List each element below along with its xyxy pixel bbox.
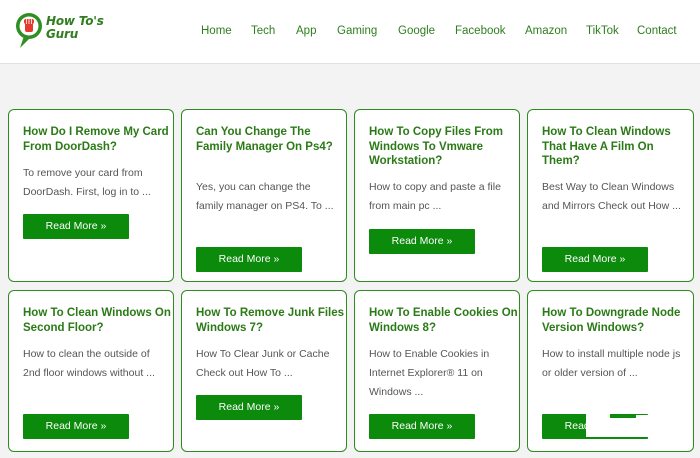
read-more-button[interactable]: Read More » (196, 247, 302, 272)
nav-tech[interactable]: Tech (251, 25, 275, 37)
post-card: How To Clean Windows On Second Floor? Ho… (8, 290, 174, 452)
post-excerpt: How to Enable Cookies in Internet Explor… (369, 348, 490, 398)
read-more-button[interactable]: Read More » (196, 395, 302, 420)
post-title[interactable]: Can You Change The Family Manager On Ps4… (196, 125, 346, 154)
post-excerpt: How to install multiple node js or older… (542, 348, 681, 379)
nav-app[interactable]: App (296, 25, 316, 37)
read-more-button[interactable]: Read More » (369, 229, 475, 254)
post-card: How Do I Remove My Card From DoorDash? T… (8, 109, 174, 282)
post-title[interactable]: How To Remove Junk Files Windows 7? (196, 306, 346, 335)
post-card: How To Enable Cookies On Windows 8? How … (354, 290, 520, 452)
read-more-button[interactable]: Read More » (23, 414, 129, 439)
post-card: How To Clean Windows That Have A Film On… (527, 109, 694, 282)
read-more-button[interactable]: Read More » (23, 214, 129, 239)
fist-icon (16, 13, 42, 48)
nav-amazon[interactable]: Amazon (525, 25, 567, 37)
nav-facebook[interactable]: Facebook (455, 25, 506, 37)
post-title[interactable]: How To Clean Windows That Have A Film On… (542, 125, 692, 169)
post-excerpt: How to copy and paste a file from main p… (369, 181, 501, 212)
read-more-button[interactable]: Read More » (542, 247, 648, 272)
post-excerpt: How to clean the outside of 2nd floor wi… (23, 348, 155, 379)
post-title[interactable]: How To Downgrade Node Version Windows? (542, 306, 692, 335)
post-card: How To Remove Junk Files Windows 7? How … (181, 290, 347, 452)
nav-tiktok[interactable]: TikTok (586, 25, 619, 37)
post-title[interactable]: How To Copy Files From Windows To Vmware… (369, 125, 519, 169)
logo-text: How To's Guru (46, 15, 104, 41)
post-excerpt: To remove your card from DoorDash. First… (23, 167, 151, 198)
post-title[interactable]: How To Enable Cookies On Windows 8? (369, 306, 519, 335)
logo-line-2: Guru (46, 27, 79, 41)
post-card: How To Copy Files From Windows To Vmware… (354, 109, 520, 282)
nav-gaming[interactable]: Gaming (337, 25, 377, 37)
post-title[interactable]: How Do I Remove My Card From DoorDash? (23, 125, 173, 154)
read-more-button[interactable]: Read More » (369, 414, 475, 439)
post-title[interactable]: How To Clean Windows On Second Floor? (23, 306, 173, 335)
ad-overlay (586, 412, 664, 437)
post-excerpt: Best Way to Clean Windows and Mirrors Ch… (542, 181, 681, 212)
site-header: How To's Guru Home Tech App Gaming Googl… (0, 0, 700, 64)
nav-contact[interactable]: Contact (637, 25, 677, 37)
nav-home[interactable]: Home (201, 25, 232, 37)
post-excerpt: Yes, you can change the family manager o… (196, 181, 334, 212)
post-excerpt: How To Clear Junk or Cache Check out How… (196, 348, 330, 379)
nav-google[interactable]: Google (398, 25, 435, 37)
site-logo[interactable]: How To's Guru (14, 10, 104, 54)
post-card: Can You Change The Family Manager On Ps4… (181, 109, 347, 282)
